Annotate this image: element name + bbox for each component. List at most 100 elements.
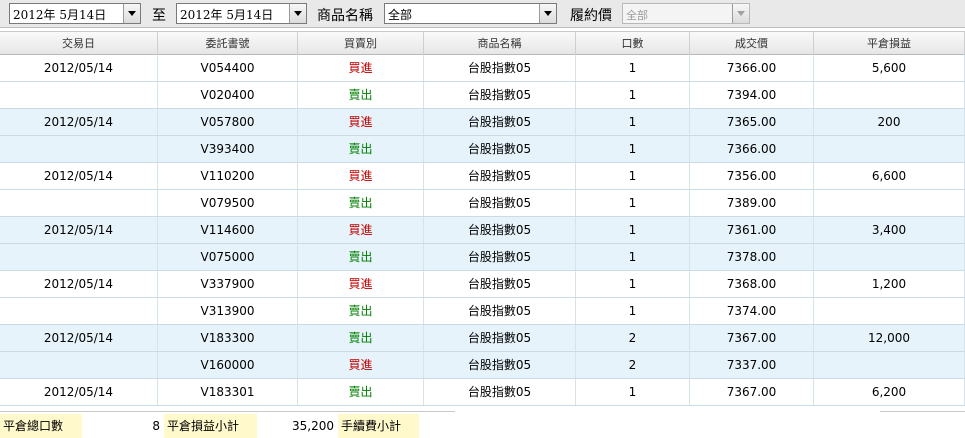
table-row[interactable]: V313900 賣出 台股指數05 1 7374.00 [0,298,965,325]
table-row[interactable]: V160000 買進 台股指數05 2 7337.00 [0,352,965,379]
date-from-value: 2012年 5月14日 [13,8,107,22]
cell-order-number: V075000 [158,244,298,270]
cell-quantity: 1 [576,298,690,324]
cell-trade-date [0,244,158,270]
strike-price-value: 全部 [626,9,648,22]
table-row[interactable]: 2012/05/14 V337900 買進 台股指數05 1 7368.00 1,200 [0,271,965,298]
cell-trade-date [0,136,158,162]
summary-bar: 平倉總口數 8 平倉損益小計 35,200 手續費小計 [0,414,965,438]
cell-trade-date: 2012/05/14 [0,109,158,135]
cell-product-name: 台股指數05 [424,163,576,189]
cell-product-name: 台股指數05 [424,190,576,216]
cell-buy-sell: 賣出 [298,379,424,405]
column-header-fill-price[interactable]: 成交價 [690,32,814,55]
date-to-value: 2012年 5月14日 [180,8,274,22]
cell-trade-date [0,82,158,108]
fee-subtotal-label: 手續費小計 [338,414,419,438]
cell-buy-sell: 買進 [298,109,424,135]
total-qty-label: 平倉總口數 [0,414,82,438]
cell-buy-sell: 買進 [298,163,424,189]
column-header-close-pnl[interactable]: 平倉損益 [814,32,965,55]
cell-order-number: V183301 [158,379,298,405]
cell-close-pnl: 5,600 [814,55,965,81]
cell-product-name: 台股指數05 [424,379,576,405]
cell-order-number: V114600 [158,217,298,243]
table-row[interactable]: 2012/05/14 V183301 賣出 台股指數05 1 7367.00 6,200 [0,379,965,406]
date-range-separator: 至 [152,8,166,24]
cell-product-name: 台股指數05 [424,325,576,351]
cell-buy-sell: 賣出 [298,298,424,324]
product-select-value: 全部 [388,8,413,22]
cell-fill-price: 7374.00 [690,298,814,324]
table-row[interactable]: V075000 賣出 台股指數05 1 7378.00 [0,244,965,271]
table-row[interactable]: 2012/05/14 V054400 買進 台股指數05 1 7366.00 5,600 [0,55,965,82]
cell-order-number: V313900 [158,298,298,324]
column-header-buy-sell[interactable]: 買賣別 [298,32,424,55]
column-header-order-number[interactable]: 委託書號 [158,32,298,55]
cell-fill-price: 7361.00 [690,217,814,243]
cell-order-number: V183300 [158,325,298,351]
cell-buy-sell: 買進 [298,271,424,297]
cell-quantity: 1 [576,190,690,216]
strike-price-label: 履約價 [570,8,612,24]
table-row[interactable]: V079500 賣出 台股指數05 1 7389.00 [0,190,965,217]
column-header-quantity[interactable]: 口數 [576,32,690,55]
cell-close-pnl [814,244,965,270]
column-header-product-name[interactable]: 商品名稱 [424,32,576,55]
chevron-down-icon[interactable] [539,4,556,23]
product-name-label: 商品名稱 [317,8,373,24]
column-header-trade-date[interactable]: 交易日 [0,32,158,55]
divider [0,411,455,412]
cell-product-name: 台股指數05 [424,271,576,297]
pnl-subtotal-value: 35,200 [292,419,334,433]
cell-trade-date [0,190,158,216]
cell-trade-date: 2012/05/14 [0,271,158,297]
pnl-subtotal-label: 平倉損益小計 [164,414,257,438]
date-from-select[interactable]: 2012年 5月14日 [9,3,141,24]
cell-trade-date: 2012/05/14 [0,163,158,189]
cell-close-pnl: 3,400 [814,217,965,243]
cell-close-pnl: 200 [814,109,965,135]
cell-buy-sell: 賣出 [298,244,424,270]
cell-order-number: V079500 [158,190,298,216]
strike-price-select[interactable]: 全部 [622,3,750,24]
cell-buy-sell: 買進 [298,352,424,378]
table-row[interactable]: 2012/05/14 V110200 買進 台股指數05 1 7356.00 6,600 [0,163,965,190]
table-row[interactable]: V393400 賣出 台股指數05 1 7366.00 [0,136,965,163]
cell-close-pnl: 12,000 [814,325,965,351]
cell-close-pnl [814,298,965,324]
cell-fill-price: 7366.00 [690,55,814,81]
chevron-down-icon[interactable] [289,4,306,23]
cell-fill-price: 7366.00 [690,136,814,162]
cell-order-number: V110200 [158,163,298,189]
total-qty-value: 8 [152,419,160,433]
product-select[interactable]: 全部 [384,3,557,24]
cell-quantity: 1 [576,55,690,81]
cell-product-name: 台股指數05 [424,352,576,378]
cell-fill-price: 7367.00 [690,379,814,405]
cell-product-name: 台股指數05 [424,55,576,81]
cell-product-name: 台股指數05 [424,217,576,243]
table-row[interactable]: 2012/05/14 V183300 賣出 台股指數05 2 7367.00 12,000 [0,325,965,352]
date-to-select[interactable]: 2012年 5月14日 [176,3,307,24]
cell-product-name: 台股指數05 [424,82,576,108]
cell-fill-price: 7378.00 [690,244,814,270]
cell-product-name: 台股指數05 [424,244,576,270]
table-row[interactable]: 2012/05/14 V114600 買進 台股指數05 1 7361.00 3,400 [0,217,965,244]
filter-bar: 2012年 5月14日 至 2012年 5月14日 商品名稱 全部 履約價 全部 [0,0,965,28]
cell-close-pnl: 6,600 [814,163,965,189]
cell-trade-date [0,352,158,378]
table-header: 交易日 委託書號 買賣別 商品名稱 口數 成交價 平倉損益 [0,31,965,55]
cell-quantity: 1 [576,217,690,243]
table-row[interactable]: V020400 賣出 台股指數05 1 7394.00 [0,82,965,109]
cell-order-number: V020400 [158,82,298,108]
chevron-down-icon[interactable] [123,4,140,23]
cell-product-name: 台股指數05 [424,298,576,324]
cell-close-pnl: 6,200 [814,379,965,405]
cell-close-pnl [814,82,965,108]
cell-trade-date: 2012/05/14 [0,379,158,405]
cell-order-number: V160000 [158,352,298,378]
table-row[interactable]: 2012/05/14 V057800 買進 台股指數05 1 7365.00 200 [0,109,965,136]
cell-fill-price: 7356.00 [690,163,814,189]
chevron-down-icon [732,4,749,23]
